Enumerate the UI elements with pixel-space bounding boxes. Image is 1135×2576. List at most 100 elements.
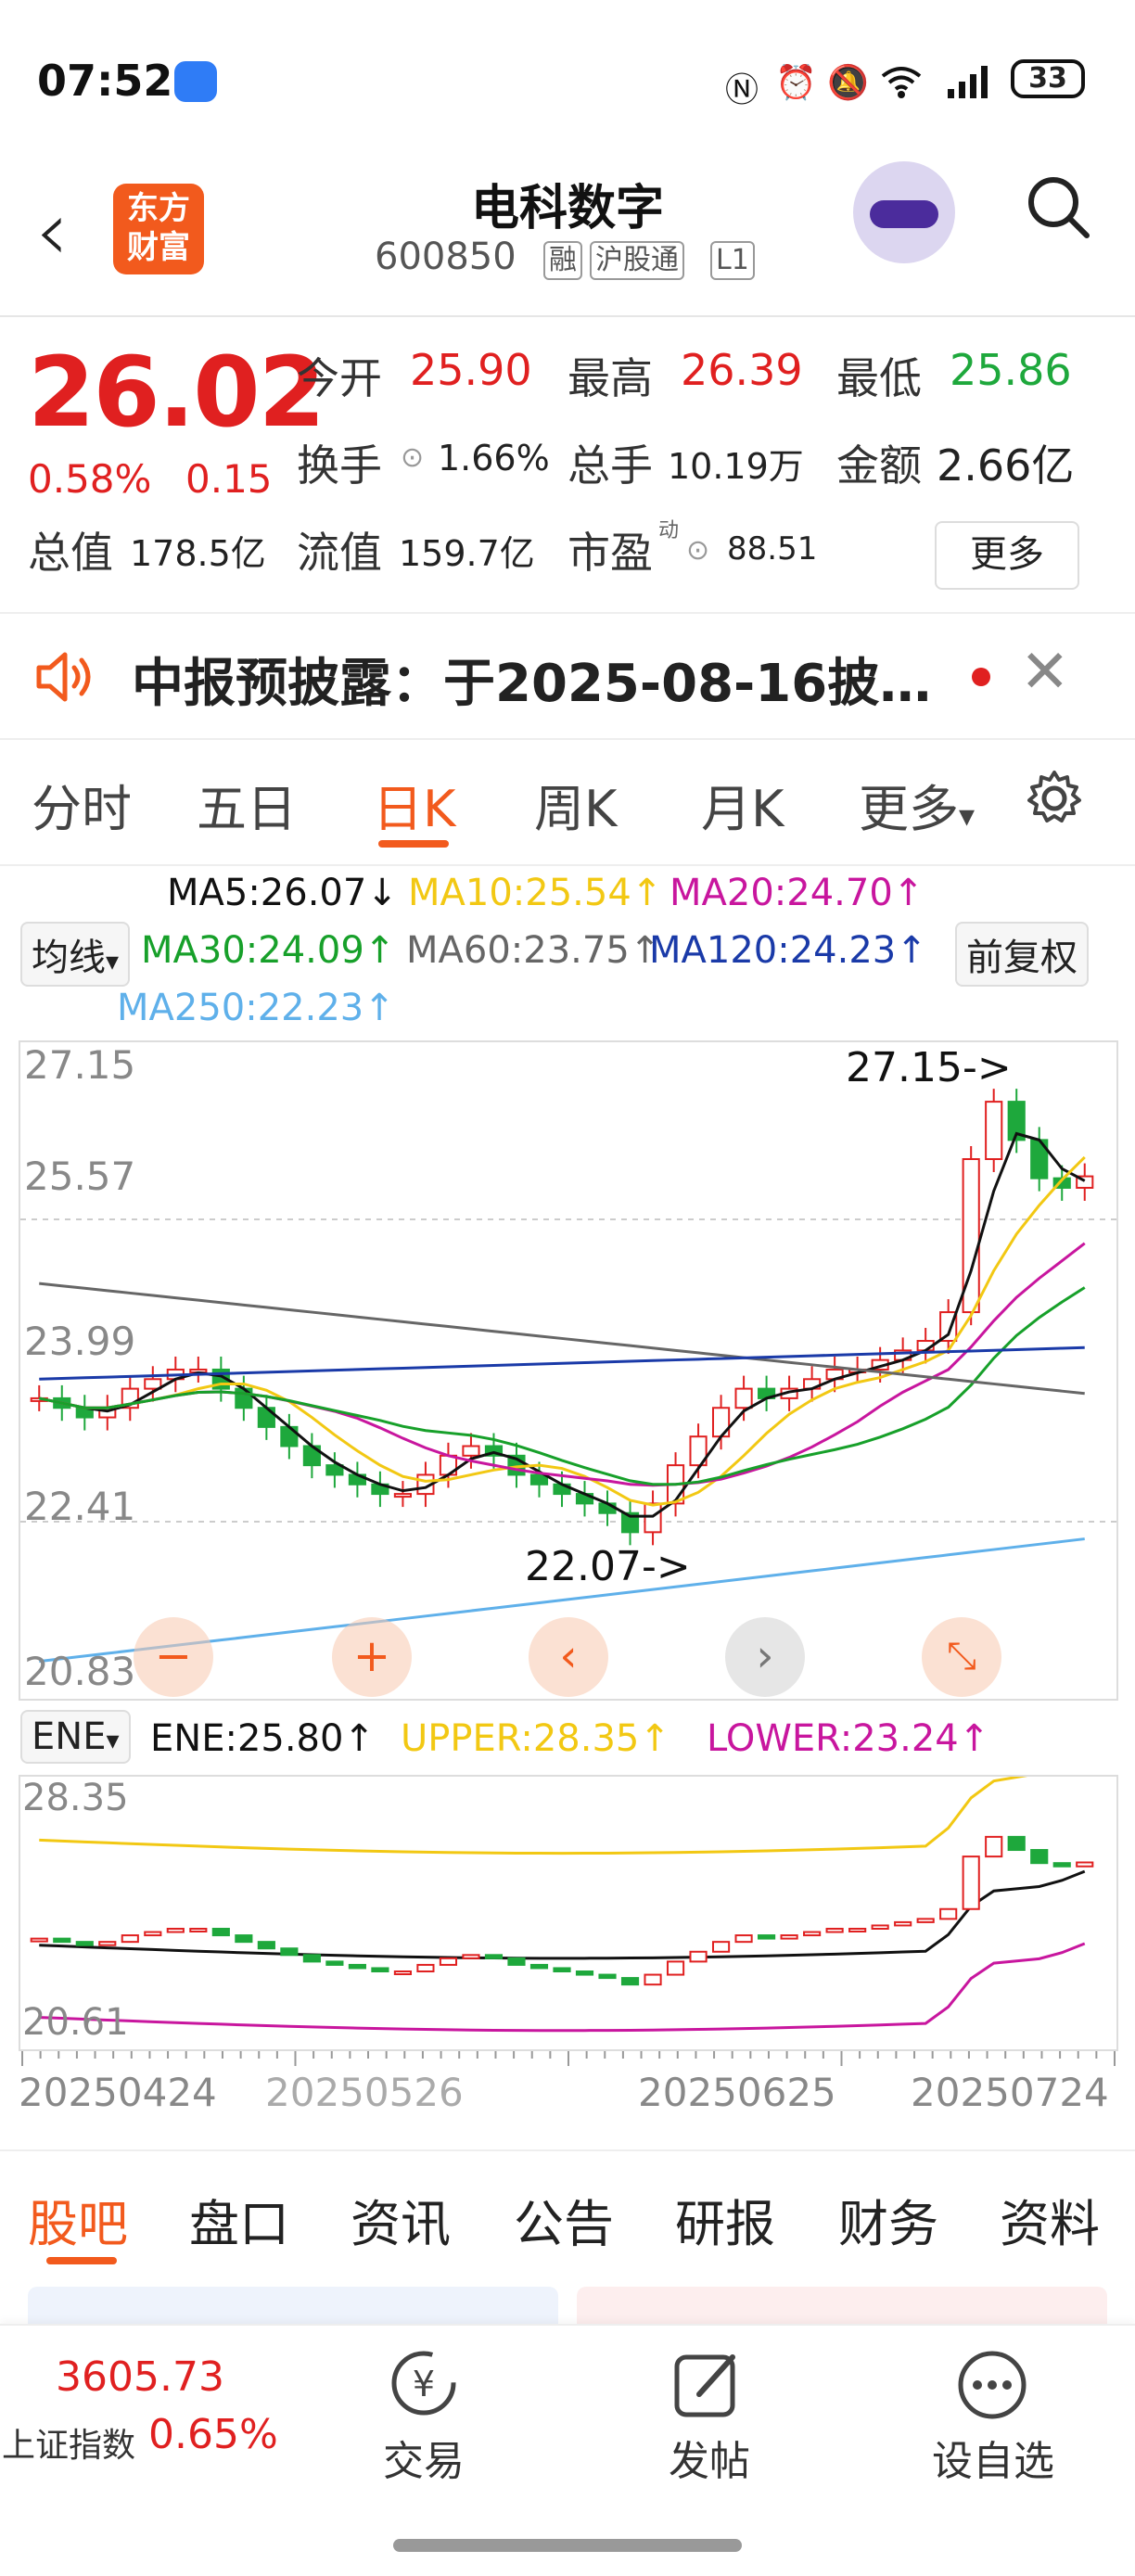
ene-candle (1007, 1835, 1026, 1852)
active-subtab-underline (46, 2257, 117, 2264)
more-icon[interactable] (955, 2348, 1029, 2422)
more-quote-button[interactable]: 更多 (935, 521, 1079, 590)
y-label-4: 22.41 (24, 1484, 136, 1529)
ene-y-bottom: 20.61 (22, 2001, 129, 2044)
battery-icon: 33 (1011, 59, 1085, 98)
tab-intraday[interactable]: 分时 (32, 768, 132, 841)
pe-value: 88.51 (727, 530, 818, 567)
ma-line-ma5 (38, 1131, 1086, 1518)
ene-upper-legend: UPPER:28.35↑ (401, 1717, 670, 1760)
ma-line-ma120 (39, 1345, 1085, 1381)
ene-candle (871, 1924, 889, 1930)
ene-candle (985, 1835, 1003, 1858)
zoom-in-button[interactable]: + (332, 1617, 412, 1697)
ene-mid-line (39, 1869, 1086, 1960)
level1-tag: L1 (710, 241, 755, 280)
ene-text: ENE:25.80 (150, 1717, 344, 1760)
ene-candle (257, 1941, 275, 1950)
ene-candle (144, 1931, 162, 1937)
date-label-1: 20250424 (19, 2070, 217, 2115)
ene-candle (211, 1927, 230, 1937)
pan-left-button[interactable]: ‹ (529, 1617, 608, 1697)
tab-weekly-k[interactable]: 周K (534, 768, 617, 841)
tab-financials[interactable]: 财务 (838, 2183, 938, 2256)
stock-header: ‹ 东方 财富 电科数字 600850 融 沪股通 L1 (0, 158, 1135, 317)
turnover-label: 换手 (297, 440, 382, 491)
trade-icon[interactable]: ¥ (384, 2346, 464, 2420)
home-indicator (393, 2539, 742, 2552)
low-annotation: 22.07-> (525, 1543, 691, 1590)
tab-profile[interactable]: 资料 (1000, 2183, 1100, 2256)
caret-down-icon: ▾ (106, 1725, 120, 1755)
amount-label: 金额 (836, 440, 922, 491)
chat-notification-icon (174, 61, 217, 102)
gear-icon[interactable] (1024, 768, 1085, 829)
tab-order-book[interactable]: 盘口 (189, 2183, 289, 2256)
index-value[interactable]: 3605.73 (56, 2353, 224, 2401)
ma60-text: MA60:23.75 (406, 929, 630, 972)
date-label-4: 20250724 (911, 2070, 1109, 2115)
caret-down-icon: ▾ (959, 797, 976, 835)
pe-info-icon[interactable]: ⊙ (686, 534, 709, 567)
ene-candle (53, 1937, 71, 1944)
search-icon[interactable] (1026, 174, 1090, 239)
ma120-text: MA120:24.23 (649, 929, 897, 972)
active-tab-underline (378, 840, 449, 848)
zoom-out-button[interactable]: − (134, 1617, 213, 1697)
collapse-icon[interactable]: ⤡ (922, 1617, 1001, 1697)
low-value: 25.86 (950, 345, 1072, 395)
ene-candle (462, 1954, 480, 1959)
tab-more[interactable]: 更多▾ (859, 768, 975, 841)
ene-candle (644, 1973, 662, 1986)
mute-icon: 🔕 (827, 64, 869, 102)
tab-news[interactable]: 资讯 (351, 2183, 451, 2256)
ene-select[interactable]: ENE▾ (20, 1710, 131, 1764)
announcement-bar[interactable]: 中报预披露：于2025-08-16披… ✕ (0, 612, 1135, 740)
ma10-text: MA10:25.54 (408, 872, 631, 914)
tab-research[interactable]: 研报 (675, 2183, 775, 2256)
high-label: 最高 (568, 353, 653, 403)
ma120-legend: MA120:24.23↑ (649, 929, 927, 972)
ene-chart[interactable]: 28.35 20.61 (19, 1775, 1118, 2051)
adjust-button[interactable]: 前复权 (955, 922, 1089, 987)
change-amount: 0.15 (185, 456, 273, 502)
tab-five-day[interactable]: 五日 (197, 768, 297, 841)
index-name[interactable]: 上证指数 (2, 2418, 135, 2467)
tab-daily-k[interactable]: 日K (373, 768, 455, 841)
ene-candle (962, 1855, 980, 1910)
pan-right-button[interactable]: › (725, 1617, 805, 1697)
ene-lower-legend: LOWER:23.24↑ (707, 1717, 990, 1760)
compose-icon[interactable] (671, 2348, 746, 2422)
y-label-2: 25.57 (24, 1154, 136, 1199)
ene-candle (666, 1960, 685, 1976)
kline-chart[interactable]: 27.15 25.57 23.99 22.41 20.83 27.15-> 22… (19, 1040, 1118, 1701)
ene-candle (803, 1931, 822, 1937)
tab-notices[interactable]: 公告 (514, 2183, 614, 2256)
ai-assistant-icon[interactable] (853, 161, 955, 263)
ma20-text: MA20:24.70 (670, 872, 893, 914)
ma-line-ma60 (39, 1282, 1085, 1396)
svg-text:¥: ¥ (413, 2364, 435, 2404)
watchlist-label[interactable]: 设自选 (922, 2428, 1065, 2487)
ma-line-ma10 (38, 1155, 1086, 1507)
tab-forum[interactable]: 股吧 (28, 2183, 128, 2256)
close-icon[interactable]: ✕ (1020, 638, 1070, 707)
ene-lower-line (39, 1942, 1086, 2033)
ene-candle (711, 1941, 731, 1953)
ene-candle (848, 1927, 867, 1932)
index-change[interactable]: 0.65% (148, 2411, 278, 2458)
volume-label: 总手 (568, 440, 653, 491)
ene-candle (734, 1934, 753, 1944)
ene-candle (575, 1970, 594, 1976)
ene-candle (620, 1977, 640, 1986)
quote-panel: 26.02 0.58% 0.15 今开 25.90 最高 26.39 最低 25… (0, 317, 1135, 605)
tab-monthly-k[interactable]: 月K (701, 768, 784, 841)
hk-connect-tag: 沪股通 (590, 241, 684, 280)
post-label[interactable]: 发帖 (638, 2428, 781, 2487)
trade-label[interactable]: 交易 (352, 2428, 495, 2487)
ma30-text: MA30:24.09 (141, 929, 364, 972)
indicator-select[interactable]: 均线▾ (20, 922, 131, 987)
date-axis-ticks (21, 2051, 1116, 2066)
info-icon[interactable]: ⊙ (401, 441, 424, 474)
announcement-text: 中报预披露：于2025-08-16披… (132, 654, 932, 714)
